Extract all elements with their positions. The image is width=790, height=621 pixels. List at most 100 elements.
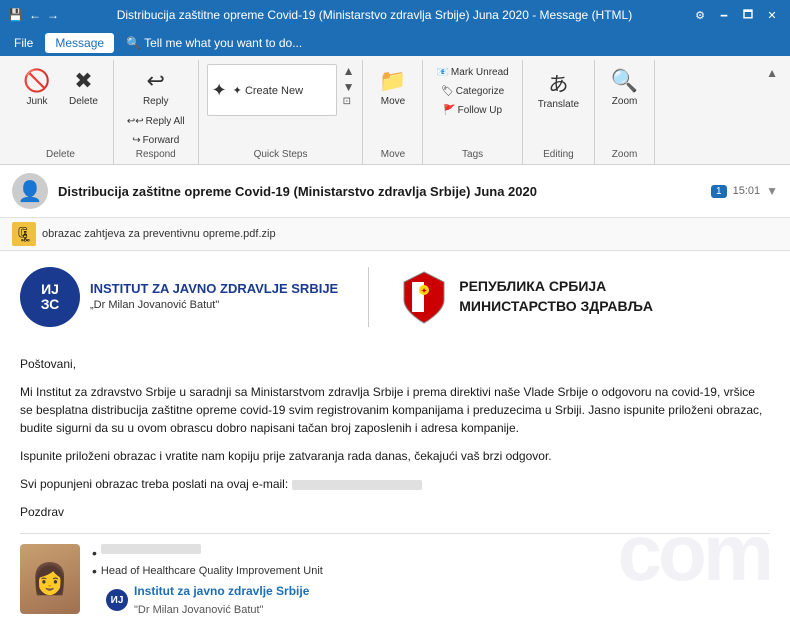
signature-details: • • Head of Healthcare Quality Improveme… (92, 544, 323, 621)
follow-up-label: Follow Up (458, 105, 502, 116)
quick-steps-more[interactable]: ⊡ (343, 96, 355, 107)
ribbon-tags-group: 📧 Mark Unread 🏷 Categorize 🚩 Follow Up (423, 60, 522, 164)
institute-name-text: INSTITUT ZA JAVNO ZDRAVLJE SRBIJE „Dr Mi… (90, 281, 338, 312)
move-buttons: 📁 Move (372, 60, 414, 149)
email-area: 👤 Distribucija zaštitne opreme Covid-19 … (0, 165, 790, 621)
follow-up-icon: 🚩 (443, 105, 455, 116)
ribbon-quick-steps-group: ✦ ✦ Create New ▲ ▼ ⊡ Quick Steps (199, 60, 364, 164)
move-label: Move (381, 96, 405, 107)
delete-buttons: 🚫 Junk ✖ Delete (16, 60, 105, 149)
email-body: ИЈ ЗС INSTITUT ZA JAVNO ZDRAVLJE SRBIJE … (0, 251, 790, 621)
attachment-name[interactable]: obrazac zahtjeva za preventivnu opreme.p… (42, 228, 276, 240)
reply-all-icon: ↩↩ (127, 116, 144, 127)
attachment-icon: 🗜 (12, 222, 36, 246)
move-group-label: Move (381, 149, 405, 164)
editing-buttons: あ Translate (531, 60, 586, 149)
sig-role-item: • Head of Healthcare Quality Improvement… (92, 562, 323, 581)
categorize-button[interactable]: 🏷 Categorize (431, 83, 513, 100)
sig-role: Head of Healthcare Quality Improvement U… (101, 562, 323, 581)
delete-label: Delete (69, 96, 98, 107)
mark-unread-icon: 📧 (436, 67, 448, 78)
signature-photo-inner: 👩 (20, 544, 80, 614)
zoom-label: Zoom (612, 96, 638, 107)
mark-unread-button[interactable]: 📧 Mark Unread (431, 64, 513, 81)
reply-label: Reply (143, 96, 169, 107)
redo-icon[interactable]: → (47, 8, 59, 22)
quick-steps-down[interactable]: ▼ (343, 80, 355, 94)
save-icon: 💾 (8, 8, 23, 22)
minimize-btn[interactable]: 🗕 (714, 5, 734, 25)
republic-text: РЕПУБЛИКА СРБИЈА МИНИСТАРСТВО ЗДРАВЉА (459, 277, 653, 316)
reply-all-button[interactable]: ↩↩ Reply All (122, 113, 190, 130)
undo-icon[interactable]: ← (29, 8, 41, 22)
left-logo: ИЈ ЗС INSTITUT ZA JAVNO ZDRAVLJE SRBIJE … (20, 267, 338, 327)
forward-button[interactable]: ↪ Forward (126, 132, 186, 149)
translate-button[interactable]: あ Translate (531, 64, 586, 114)
tags-buttons: 📧 Mark Unread 🏷 Categorize 🚩 Follow Up (431, 60, 513, 149)
create-new-label: ✦ Create New (233, 84, 303, 97)
right-logo: ✦ РЕПУБЛИКА СРБИЈА МИНИСТАРСТВО ЗДРАВЉА (399, 267, 653, 327)
email-address-line: Svi popunjeni obrazac treba poslati na o… (20, 475, 770, 493)
zoom-icon: 🔍 (611, 68, 638, 94)
svg-text:✦: ✦ (421, 287, 427, 295)
create-new-icon: ✦ (212, 80, 227, 101)
editing-group-label: Editing (543, 149, 574, 164)
delete-icon: ✖ (74, 68, 92, 94)
forward-label: Forward (143, 135, 180, 146)
quick-steps-group-label: Quick Steps (254, 149, 308, 164)
ribbon-collapse[interactable]: ▲ (762, 60, 782, 164)
coat-of-arms: ✦ (399, 267, 449, 327)
window-controls: ⚙ 🗕 🗖 ✕ (690, 5, 782, 25)
reply-icon: ↩ (147, 68, 165, 94)
quick-steps-up[interactable]: ▲ (343, 64, 355, 78)
email-address-redacted (292, 480, 422, 490)
ribbon-respond-group: ↩ Reply ↩↩ Reply All ↪ Forward Respon (114, 60, 199, 164)
zoom-group-label: Zoom (612, 149, 638, 164)
email-greeting: Poštovani, (20, 355, 770, 373)
reply-button[interactable]: ↩ Reply (131, 64, 181, 111)
email-paragraph-1: Mi Institut za zdravstvo Srbije u saradn… (20, 383, 770, 437)
follow-up-button[interactable]: 🚩 Follow Up (431, 102, 513, 119)
zip-file-icon: 🗜 (15, 226, 33, 243)
mark-unread-label: Mark Unread (451, 67, 509, 78)
categorize-icon: 🏷 (441, 86, 454, 97)
menu-file[interactable]: File (4, 33, 43, 53)
email-logos: ИЈ ЗС INSTITUT ZA JAVNO ZDRAVLJE SRBIJE … (20, 267, 770, 339)
sig-org-row: ИЈ Institut za javno zdravlje Srbije "Dr… (106, 581, 323, 620)
respond-group-label: Respond (136, 149, 176, 164)
junk-icon: 🚫 (23, 68, 50, 94)
move-icon: 📁 (379, 68, 406, 94)
email-header: 👤 Distribucija zaštitne opreme Covid-19 … (0, 165, 790, 218)
zoom-buttons: 🔍 Zoom (604, 60, 646, 149)
ribbon-move-group: 📁 Move Move (363, 60, 423, 164)
title-bar: 💾 ← → Distribucija zaštitne opreme Covid… (0, 0, 790, 30)
create-new-button[interactable]: ✦ ✦ Create New (207, 64, 337, 116)
sender-avatar: 👤 (12, 173, 48, 209)
menu-tell[interactable]: 🔍 Tell me what you want to do... (116, 33, 312, 53)
sig-name-redacted (101, 544, 201, 554)
ribbon-zoom-group: 🔍 Zoom Zoom (595, 60, 655, 164)
translate-icon: あ (548, 68, 568, 97)
window-title: Distribucija zaštitne opreme Covid-19 (M… (59, 8, 690, 22)
email-paragraph-2: Ispunite priloženi obrazac i vratite nam… (20, 447, 770, 465)
expand-icon[interactable]: ▼ (766, 184, 778, 198)
ribbon-editing-group: あ Translate Editing (523, 60, 595, 164)
ribbon: 🚫 Junk ✖ Delete Delete ↩ Reply ↩↩ Reply … (0, 56, 790, 165)
move-button[interactable]: 📁 Move (372, 64, 414, 111)
menu-message[interactable]: Message (45, 33, 114, 53)
delete-group-label: Delete (46, 149, 75, 164)
sig-org-text: Institut za javno zdravlje Srbije "Dr Mi… (134, 581, 309, 620)
restore-btn[interactable]: 🗖 (738, 5, 758, 25)
signature-photo: 👩 (20, 544, 80, 614)
delete-button[interactable]: ✖ Delete (62, 64, 105, 111)
close-btn[interactable]: ✕ (762, 5, 782, 25)
zoom-button[interactable]: 🔍 Zoom (604, 64, 646, 111)
logo-divider (368, 267, 369, 327)
email-subject-container: Distribucija zaštitne opreme Covid-19 (M… (58, 184, 701, 199)
sig-name-item: • (92, 544, 323, 562)
junk-button[interactable]: 🚫 Junk (16, 64, 58, 111)
tags-group-label: Tags (462, 149, 483, 164)
settings-btn[interactable]: ⚙ (690, 5, 710, 25)
attachment-bar: 🗜 obrazac zahtjeva za preventivnu opreme… (0, 218, 790, 251)
forward-icon: ↪ (132, 135, 140, 146)
